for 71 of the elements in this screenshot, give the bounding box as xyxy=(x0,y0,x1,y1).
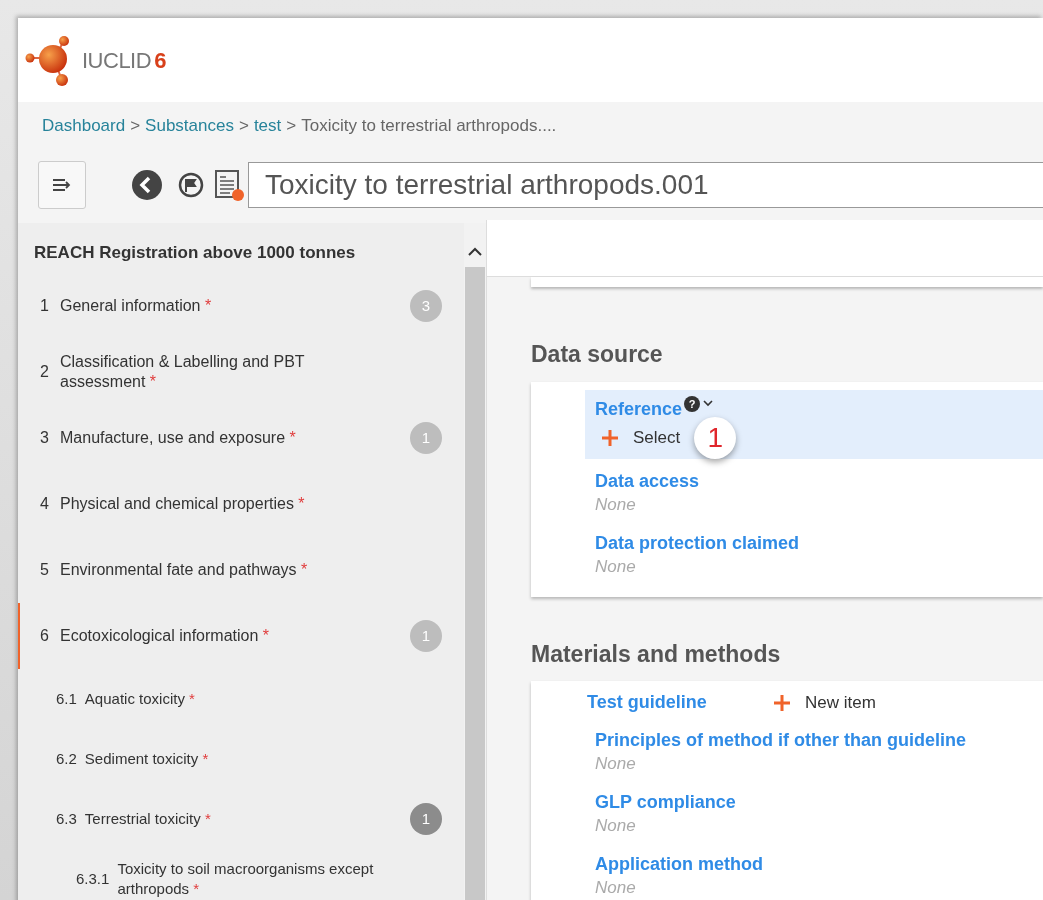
breadcrumb-link[interactable]: Substances xyxy=(145,113,234,139)
logo-text: IUCLID6 xyxy=(82,46,166,75)
back-icon[interactable] xyxy=(132,170,162,200)
count-badge: 3 xyxy=(410,290,442,322)
item-number: 6.1 xyxy=(56,688,77,709)
item-number: 2 xyxy=(40,362,50,382)
scrollbar[interactable] xyxy=(464,223,486,900)
field-value: None xyxy=(595,753,637,775)
item-number: 3 xyxy=(40,428,50,448)
tree-item[interactable]: 6.1 Aquatic toxicity * xyxy=(18,669,464,729)
item-number: 1 xyxy=(40,296,50,316)
breadcrumb-separator: > xyxy=(238,115,249,138)
menu-toggle-button[interactable] xyxy=(38,161,86,209)
field-label: Data protection claimed xyxy=(595,531,801,555)
count-badge: 1 xyxy=(410,422,442,454)
field-label: Reference xyxy=(595,397,683,421)
section-heading: Materials and methods xyxy=(531,639,782,669)
field-value: None xyxy=(595,815,637,837)
item-number: 6.3 xyxy=(56,808,77,829)
document-icon[interactable] xyxy=(214,169,244,201)
tree-item[interactable]: 2 Classification & Labelling and PBT assessment * xyxy=(18,339,464,405)
item-label: Aquatic toxicity * xyxy=(84,689,195,709)
tree-item[interactable]: 6.3.1 Toxicity to soil macroorganisms except arthropods * xyxy=(18,849,464,900)
item-label: Physical and chemical properties * xyxy=(60,494,305,514)
tree-item[interactable]: 1 General information * 3 xyxy=(18,273,464,339)
plus-icon xyxy=(601,428,619,447)
item-label: General information * xyxy=(60,296,212,316)
field-label: Principles of method if other than guideline xyxy=(595,729,968,752)
item-number: 6.3.1 xyxy=(76,868,110,889)
callout-marker: 1 xyxy=(694,416,737,459)
tree-item[interactable]: 6.2 Sediment toxicity * xyxy=(18,729,464,789)
item-number: 5 xyxy=(40,560,50,580)
tree-item[interactable]: 4 Physical and chemical properties * xyxy=(18,471,464,537)
item-label: Ecotoxicological information * xyxy=(60,626,269,646)
flag-icon[interactable] xyxy=(178,172,204,198)
field-value: None xyxy=(595,877,637,899)
breadcrumb-separator: > xyxy=(286,115,297,138)
item-number: 6.2 xyxy=(56,748,77,769)
new-item-button[interactable]: New item xyxy=(773,689,876,716)
count-badge: 1 xyxy=(410,620,442,652)
document-title-field[interactable]: Toxicity to terrestrial arthropods.001 xyxy=(248,162,1043,208)
item-number: 4 xyxy=(40,494,50,514)
breadcrumb-link[interactable]: test xyxy=(253,113,282,139)
item-label: Toxicity to soil macroorganisms except arthropods * xyxy=(117,859,375,899)
select-button[interactable]: Select xyxy=(595,424,681,451)
item-label: Sediment toxicity * xyxy=(84,749,209,769)
tree-item[interactable]: 6.3 Terrestrial toxicity * 1 xyxy=(18,789,464,849)
menu-icon xyxy=(52,178,72,192)
item-number: 6 xyxy=(40,626,50,646)
breadcrumb-link[interactable]: Dashboard xyxy=(42,113,126,139)
breadcrumb-separator: > xyxy=(130,115,141,138)
item-label: Manufacture, use and exposure * xyxy=(60,428,296,448)
chevron-down-icon[interactable] xyxy=(702,397,715,408)
field-value: None xyxy=(595,493,637,516)
count-badge: 1 xyxy=(410,803,442,835)
item-label: Environmental fate and pathways * xyxy=(60,560,308,580)
tree-item[interactable]: 3 Manufacture, use and exposure * 1 xyxy=(18,405,464,471)
item-label: Terrestrial toxicity * xyxy=(84,809,211,829)
field-label: Data access xyxy=(595,469,701,493)
tree-item[interactable]: 5 Environmental fate and pathways * xyxy=(18,537,464,603)
help-icon[interactable]: ? xyxy=(684,395,701,412)
field-label: GLP compliance xyxy=(595,791,737,814)
item-label: Classification & Labelling and PBT assessment * xyxy=(60,352,306,392)
field-label: Application method xyxy=(595,853,764,876)
breadcrumb-current: Toxicity to terrestrial arthropods.... xyxy=(301,115,557,138)
section-heading: Data source xyxy=(531,340,664,369)
plus-icon xyxy=(773,693,791,712)
field-value: None xyxy=(595,555,637,578)
sidebar-title: REACH Registration above 1000 tonnes xyxy=(33,242,357,265)
field-label: Test guideline xyxy=(587,691,708,714)
reference-field[interactable]: Reference ? Select 1 xyxy=(585,389,1043,459)
